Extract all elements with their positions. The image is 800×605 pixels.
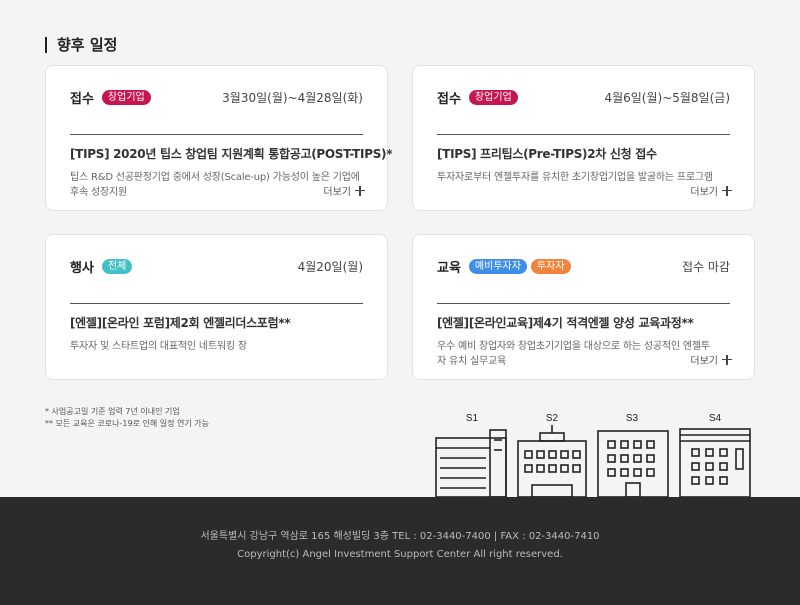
card-header: 행사 전체 4월20일(월): [70, 255, 363, 304]
more-link[interactable]: 더보기: [323, 183, 365, 198]
card-description: 우수 예비 창업자와 창업초기기업을 대상으로 하는 성공적인 엔젤투자 유치 …: [437, 341, 710, 367]
building-label-s1: S1: [466, 413, 479, 424]
card-title[interactable]: [엔젤][온라인 포럼]제2회 엔젤리더스포럼**: [70, 314, 363, 331]
card-date: 4월6일(월)~5월8일(금): [604, 90, 730, 105]
card-category: 행사: [70, 260, 94, 276]
footnotes: * 사업공고일 기준 업력 7년 이내인 기업 ** 모든 교육은 코로나-19…: [45, 406, 209, 430]
building-s4-icon: [679, 428, 751, 498]
card-title[interactable]: [엔젤][온라인교육]제4기 적격엔젤 양성 교육과정**: [437, 314, 730, 331]
building-s2-icon: [517, 425, 587, 498]
more-link-label: 더보기: [323, 187, 351, 198]
card-description: 투자자로부터 엔젤투자를 유치한 초기창업기업을 발굴하는 프로그램: [437, 172, 713, 183]
card-header: 교육 예비투자자 투자자 접수 마감: [437, 255, 730, 304]
card-title[interactable]: [TIPS] 프리팁스(Pre-TIPS)2차 신청 접수: [437, 145, 730, 162]
building-label-s3: S3: [626, 413, 639, 424]
card-date: 3월30일(월)~4월28일(화): [222, 90, 363, 105]
building-label-s4: S4: [709, 413, 722, 424]
schedule-card-2[interactable]: 접수 창업기업 4월6일(월)~5월8일(금) [TIPS] 프리팁스(Pre-…: [412, 65, 755, 211]
building-s3-icon: [597, 430, 669, 498]
building-s1-icon: [435, 429, 507, 498]
card-category: 교육: [437, 260, 461, 276]
schedule-card-3[interactable]: 행사 전체 4월20일(월) [엔젤][온라인 포럼]제2회 엔젤리더스포럼**…: [45, 234, 388, 380]
building-label-s2: S2: [546, 413, 559, 424]
status-badge: 창업기업: [468, 89, 518, 105]
card-date: 4월20일(월): [297, 259, 363, 274]
more-link-label: 더보기: [690, 187, 718, 198]
card-category: 접수: [70, 91, 94, 107]
card-header: 접수 창업기업 4월6일(월)~5월8일(금): [437, 86, 730, 135]
site-footer: 서울특별시 강남구 역삼로 165 해성빌딩 3층 TEL : 02-3440-…: [0, 497, 800, 605]
more-link[interactable]: 더보기: [690, 352, 732, 367]
card-description: 팁스 R&D 선공판정기업 중에서 성장(Scale-up) 가능성이 높은 기…: [70, 172, 360, 198]
card-description: 투자자 및 스타트업의 대표적인 네트워킹 장: [70, 341, 247, 352]
footnote-1: * 사업공고일 기준 업력 7년 이내인 기업: [45, 407, 180, 416]
footnote-2: ** 모든 교육은 코로나-19로 인해 일정 연기 가능: [45, 419, 209, 428]
status-badge: 전체: [101, 258, 133, 274]
section-title: 향후 일정: [45, 37, 117, 53]
audience-badge: 투자자: [530, 258, 571, 274]
status-badge: 창업기업: [101, 89, 151, 105]
footer-address: 서울특별시 강남구 역삼로 165 해성빌딩 3층 TEL : 02-3440-…: [200, 531, 600, 542]
card-status: 접수 마감: [682, 259, 730, 274]
more-link-label: 더보기: [690, 356, 718, 367]
more-link[interactable]: 더보기: [690, 183, 732, 198]
audience-badge: 예비투자자: [468, 258, 527, 274]
schedule-card-1[interactable]: 접수 창업기업 3월30일(월)~4월28일(화) [TIPS] 2020년 팁…: [45, 65, 393, 211]
plus-icon: [355, 185, 365, 196]
footer-copyright: Copyright(c) Angel Investment Support Ce…: [237, 549, 563, 560]
schedule-card-4[interactable]: 교육 예비투자자 투자자 접수 마감 [엔젤][온라인교육]제4기 적격엔젤 양…: [412, 234, 755, 380]
card-title[interactable]: [TIPS] 2020년 팁스 창업팀 지원계획 통합공고(POST-TIPS)…: [70, 145, 393, 162]
card-category: 접수: [437, 91, 461, 107]
plus-icon: [722, 354, 732, 365]
buildings-illustration: S1 S2 S3 S4: [435, 413, 751, 498]
card-header: 접수 창업기업 3월30일(월)~4월28일(화): [70, 86, 363, 135]
plus-icon: [722, 185, 732, 196]
